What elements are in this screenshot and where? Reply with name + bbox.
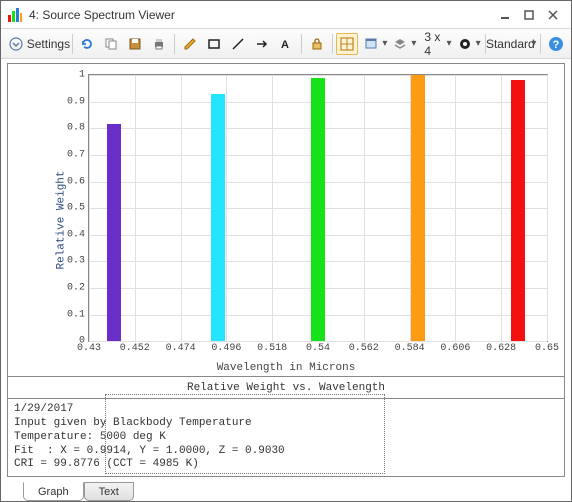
tab-text[interactable]: Text [84,482,134,501]
x-tick: 0.54 [306,341,330,354]
y-tick: 0.6 [55,176,89,187]
grid-size-button[interactable]: 3 x 4 [418,33,446,55]
bar-cyan [211,94,225,342]
bar-orange [411,75,425,341]
bar-red [511,80,525,341]
window-title: 4: Source Spectrum Viewer [29,8,493,22]
dropdown-icon[interactable]: ▾ [476,38,481,49]
x-tick: 0.496 [211,341,241,354]
layers-icon[interactable] [389,33,411,55]
layout-icon[interactable] [336,33,358,55]
pencil-icon[interactable] [179,33,201,55]
x-tick: 0.606 [440,341,470,354]
info-line: Fit : X = 0.9914, Y = 1.0000, Z = 0.9030 [14,445,285,457]
y-tick: 0.3 [55,256,89,267]
content-area: Relative Weight 00.10.20.30.40.50.60.70.… [1,59,571,501]
info-line: Temperature: 5000 deg K [14,431,166,443]
bar-purple [107,124,121,341]
y-tick: 0.7 [55,149,89,160]
save-icon[interactable] [124,33,146,55]
copy-icon[interactable] [100,33,122,55]
y-tick: 1 [55,70,89,81]
info-line: 1/29/2017 [14,403,73,415]
x-axis-label: Wavelength in Microns [8,362,564,374]
x-tick: 0.562 [349,341,379,354]
lock-icon[interactable] [306,33,328,55]
expand-icon[interactable] [5,33,27,55]
tab-bar: Graph Text [7,477,565,501]
x-tick: 0.518 [257,341,287,354]
plot-frame: Relative Weight 00.10.20.30.40.50.60.70.… [7,63,565,377]
minimize-button[interactable] [493,5,517,25]
target-icon[interactable] [454,33,476,55]
dropdown-icon[interactable]: ▾ [411,38,416,49]
style-button[interactable]: Standard [489,33,531,55]
chart: Relative Weight 00.10.20.30.40.50.60.70.… [8,64,564,376]
text-icon[interactable]: A [275,33,297,55]
info-line: Input given by Blackbody Temperature [14,417,252,429]
separator [301,34,302,54]
app-icon [7,7,23,23]
help-icon[interactable]: ? [545,33,567,55]
window-icon[interactable] [360,33,382,55]
y-tick: 0.5 [55,203,89,214]
dropdown-icon[interactable]: ▾ [382,38,387,49]
y-tick: 0.4 [55,229,89,240]
x-tick: 0.452 [120,341,150,354]
x-tick: 0.43 [77,341,101,354]
settings-button[interactable]: Settings [29,33,68,55]
x-tick: 0.628 [486,341,516,354]
y-tick: 0.8 [55,123,89,134]
info-panel: 1/29/2017 Input given by Blackbody Tempe… [7,399,565,477]
y-tick: 0.9 [55,96,89,107]
bar-green [311,78,325,342]
y-tick: 0.1 [55,309,89,320]
arrow-icon[interactable] [251,33,273,55]
print-icon[interactable] [148,33,170,55]
line-icon[interactable] [227,33,249,55]
chart-subtitle-band: Relative Weight vs. Wavelength [7,377,565,399]
tab-graph[interactable]: Graph [23,482,84,501]
x-tick: 0.65 [535,341,559,354]
separator [540,34,541,54]
rect-icon[interactable] [203,33,225,55]
dropdown-icon[interactable]: ▾ [447,38,452,49]
y-tick: 0.2 [55,283,89,294]
svg-text:A: A [281,39,289,51]
x-tick: 0.474 [166,341,196,354]
separator [72,34,73,54]
close-button[interactable] [541,5,565,25]
separator [332,34,333,54]
separator [174,34,175,54]
x-tick: 0.584 [395,341,425,354]
maximize-button[interactable] [517,5,541,25]
toolbar: Settings A ▾ ▾ 3 x 4 ▾ ▾ [1,29,571,59]
chart-subtitle: Relative Weight vs. Wavelength [187,382,385,394]
info-line: CRI = 99.8776 (CCT = 4985 K) [14,458,199,470]
title-bar: 4: Source Spectrum Viewer [1,1,571,29]
refresh-icon[interactable] [76,33,98,55]
svg-text:?: ? [553,39,560,51]
plot-area[interactable]: 00.10.20.30.40.50.60.70.80.910.430.4520.… [88,74,548,342]
dropdown-icon[interactable]: ▾ [531,38,536,49]
